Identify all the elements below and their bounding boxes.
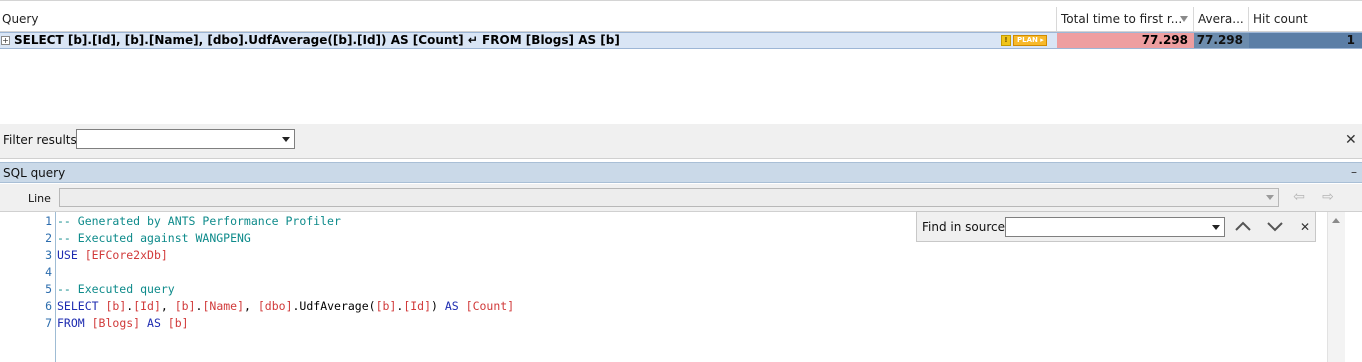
chevron-down-icon xyxy=(1266,195,1274,200)
code-token: FROM xyxy=(57,316,92,330)
find-in-source-label: Find in source: xyxy=(922,220,1010,234)
query-results-grid: Query Total time to first r... Avera... … xyxy=(0,0,1362,125)
code-token: ) xyxy=(431,299,445,313)
find-next-icon[interactable] xyxy=(1265,217,1285,235)
chevron-down-icon xyxy=(282,137,290,142)
code-text: -- Executed query xyxy=(57,281,175,298)
code-token: -- Executed against WANGPENG xyxy=(57,231,251,245)
code-token: [dbo] xyxy=(257,299,293,313)
code-token: [Name] xyxy=(202,299,245,313)
grid-header: Query Total time to first r... Avera... … xyxy=(0,7,1362,32)
column-header-query[interactable]: Query xyxy=(0,7,1057,31)
average-value: 77.298 xyxy=(1196,33,1243,47)
column-header-hit-count[interactable]: Hit count xyxy=(1249,7,1362,31)
find-in-source-input[interactable] xyxy=(1005,217,1225,237)
code-token: [Id] xyxy=(403,299,432,313)
sql-query-title: SQL query xyxy=(3,166,66,180)
plan-button[interactable]: PLAN ▸ xyxy=(1013,35,1047,46)
code-token: AS xyxy=(140,316,168,330)
collapse-panel-button[interactable]: – xyxy=(1351,165,1357,179)
back-arrow-icon[interactable]: ⇦ xyxy=(1288,188,1310,206)
sort-descending-icon xyxy=(1180,16,1188,22)
filter-bar: Filter results: ✕ xyxy=(0,124,1362,159)
query-text: SELECT [b].[Id], [b].[Name], [dbo].UdfAv… xyxy=(14,33,620,47)
expand-row-icon[interactable]: + xyxy=(1,36,10,45)
line-number: 2 xyxy=(45,231,52,245)
find-previous-icon[interactable] xyxy=(1233,217,1253,235)
code-text: FROM [Blogs] AS [b] xyxy=(57,315,189,332)
code-token: [b] xyxy=(105,299,127,313)
close-find-icon[interactable]: ✕ xyxy=(1300,220,1310,234)
column-header-total-time[interactable]: Total time to first r... xyxy=(1057,7,1194,31)
line-label: Line xyxy=(28,192,51,205)
table-row[interactable]: + SELECT [b].[Id], [b].[Name], [dbo].Udf… xyxy=(0,32,1362,49)
scroll-up-icon[interactable] xyxy=(1332,218,1340,223)
sql-query-panel-header: SQL query – xyxy=(0,162,1362,183)
line-number: 5 xyxy=(45,282,52,296)
code-token: , xyxy=(160,299,175,313)
code-token: [b] xyxy=(167,316,189,330)
code-token: USE xyxy=(57,248,85,262)
line-number: 4 xyxy=(45,265,52,279)
code-text: -- Executed against WANGPENG xyxy=(57,230,251,247)
line-number: 6 xyxy=(45,299,52,313)
code-token: AS xyxy=(444,299,466,313)
code-token: [EFCore2xDb] xyxy=(84,248,168,262)
filter-results-label: Filter results: xyxy=(3,133,81,147)
column-header-total-time-label: Total time to first r... xyxy=(1061,12,1183,26)
code-token: .UdfAverage( xyxy=(292,299,376,313)
code-token: [Count] xyxy=(465,299,515,313)
warning-flag-icon[interactable]: ! xyxy=(1001,35,1011,46)
close-filter-icon[interactable]: ✕ xyxy=(1345,133,1357,147)
line-number: 3 xyxy=(45,248,52,262)
total-time-cell: 77.298 xyxy=(1057,33,1194,48)
find-in-source-panel: Find in source: ✕ xyxy=(916,211,1316,242)
code-token: [b] xyxy=(174,299,196,313)
code-text: SELECT [b].[Id], [b].[Name], [dbo].UdfAv… xyxy=(57,298,514,315)
code-token: -- Executed query xyxy=(57,282,175,296)
column-header-average[interactable]: Avera... xyxy=(1194,7,1249,31)
total-time-value: 77.298 xyxy=(1141,33,1188,47)
line-number: 7 xyxy=(45,316,52,330)
hit-count-value: 1 xyxy=(1346,33,1355,47)
code-token: SELECT xyxy=(57,299,106,313)
forward-arrow-icon[interactable]: ⇨ xyxy=(1317,188,1339,206)
filter-results-dropdown[interactable] xyxy=(76,129,295,149)
code-token: [Id] xyxy=(133,299,161,313)
code-token: , xyxy=(244,299,258,313)
vertical-scrollbar[interactable] xyxy=(1327,212,1345,362)
line-number: 1 xyxy=(45,214,52,228)
code-token: -- Generated by ANTS Performance Profile… xyxy=(57,214,341,228)
line-toolbar: Line ⇦ ⇨ xyxy=(0,184,1362,212)
code-text: USE [EFCore2xDb] xyxy=(57,247,168,264)
code-text: -- Generated by ANTS Performance Profile… xyxy=(57,213,341,230)
code-token: [Blogs] xyxy=(91,316,141,330)
code-token: [b] xyxy=(375,299,397,313)
line-dropdown[interactable] xyxy=(59,188,1279,207)
hit-count-cell: 1 xyxy=(1249,33,1362,48)
chevron-down-icon xyxy=(1212,225,1220,230)
average-cell: 77.298 xyxy=(1194,33,1249,48)
